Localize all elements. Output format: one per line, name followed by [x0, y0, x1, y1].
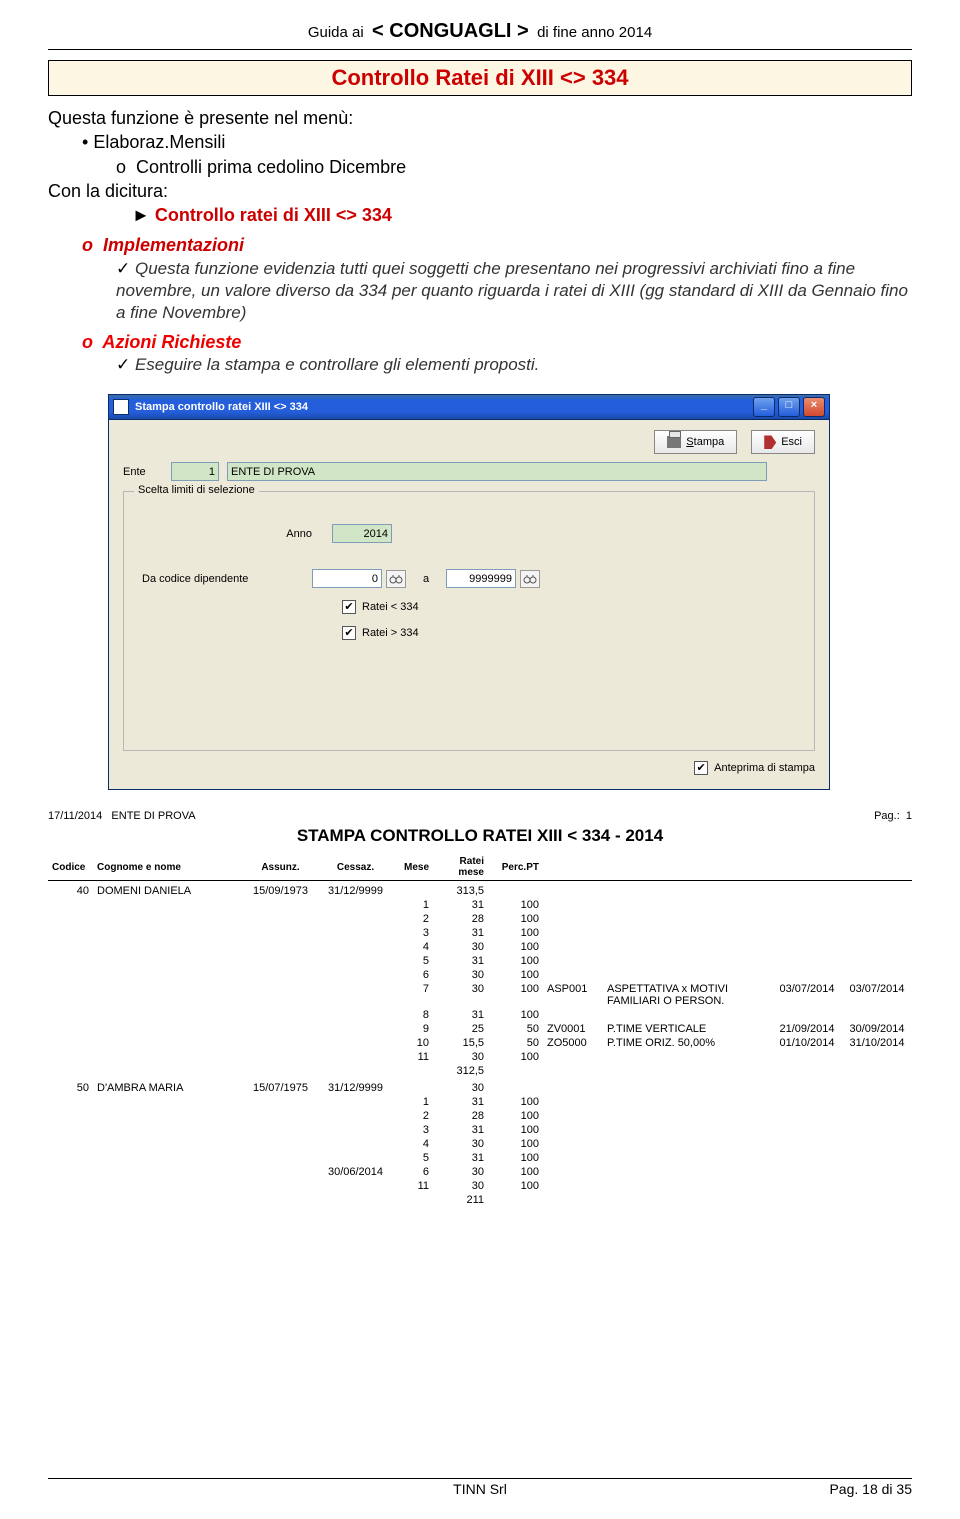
- binoculars-icon: [523, 573, 537, 585]
- report-title: STAMPA CONTROLLO RATEI XIII < 334 - 2014: [48, 826, 912, 846]
- checkbox-ratei-lt-label: Ratei < 334: [362, 601, 419, 613]
- stampa-label: tampa: [694, 436, 725, 448]
- dacodice-label: Da codice dipendente: [142, 573, 312, 585]
- close-button[interactable]: ×: [803, 397, 825, 417]
- checkbox-ratei-lt[interactable]: ✔ Ratei < 334: [342, 600, 796, 614]
- page-header: Guida ai < CONGUAGLI > di fine anno 2014: [48, 20, 912, 43]
- esci-label: Esci: [781, 436, 802, 448]
- app-icon: [113, 399, 129, 415]
- report-preview: 17/11/2014 ENTE DI PROVA Pag.: 1 STAMPA …: [48, 810, 912, 1207]
- binoculars-icon: [389, 573, 403, 585]
- anno-input[interactable]: [332, 524, 392, 543]
- checkbox-ratei-gt[interactable]: ✔ Ratei > 334: [342, 626, 796, 640]
- printer-icon: [667, 436, 681, 448]
- stampa-button[interactable]: Stampa: [654, 430, 737, 454]
- maximize-button[interactable]: □: [778, 397, 800, 417]
- intro-text: Questa funzione è presente nel menù: • E…: [48, 106, 912, 376]
- ente-code-input[interactable]: [171, 462, 219, 481]
- section-title: Controllo Ratei di XIII <> 334: [48, 60, 912, 96]
- limits-fieldset: Scelta limiti di selezione Anno Da codic…: [123, 491, 815, 751]
- heading-implementazioni: o Implementazioni: [82, 233, 912, 257]
- anno-label: Anno: [142, 528, 332, 540]
- a-label: a: [406, 573, 446, 585]
- ente-name-input[interactable]: [227, 462, 767, 481]
- report-table: Codice Cognome e nome Assunz. Cessaz. Me…: [48, 854, 912, 1207]
- ente-label: Ente: [123, 466, 163, 478]
- exit-icon: [764, 435, 776, 449]
- lookup-to-button[interactable]: [520, 570, 540, 588]
- page-footer: TINN Srl Pag. 18 di 35: [48, 1478, 912, 1497]
- header-rule: [48, 49, 912, 50]
- checkbox-anteprima[interactable]: ✔ Anteprima di stampa: [694, 761, 815, 775]
- fieldset-legend: Scelta limiti di selezione: [134, 484, 259, 496]
- lookup-from-button[interactable]: [386, 570, 406, 588]
- dacodice-input[interactable]: [312, 569, 382, 588]
- heading-azioni: o Azioni Richieste: [82, 330, 912, 354]
- minimize-button[interactable]: _: [753, 397, 775, 417]
- acodice-input[interactable]: [446, 569, 516, 588]
- anteprima-label: Anteprima di stampa: [714, 762, 815, 774]
- window-title: Stampa controllo ratei XIII <> 334: [135, 401, 308, 413]
- window-titlebar[interactable]: Stampa controllo ratei XIII <> 334 _ □ ×: [109, 395, 829, 420]
- checkbox-ratei-gt-label: Ratei > 334: [362, 627, 419, 639]
- esci-button[interactable]: Esci: [751, 430, 815, 454]
- app-window: Stampa controllo ratei XIII <> 334 _ □ ×…: [108, 394, 830, 790]
